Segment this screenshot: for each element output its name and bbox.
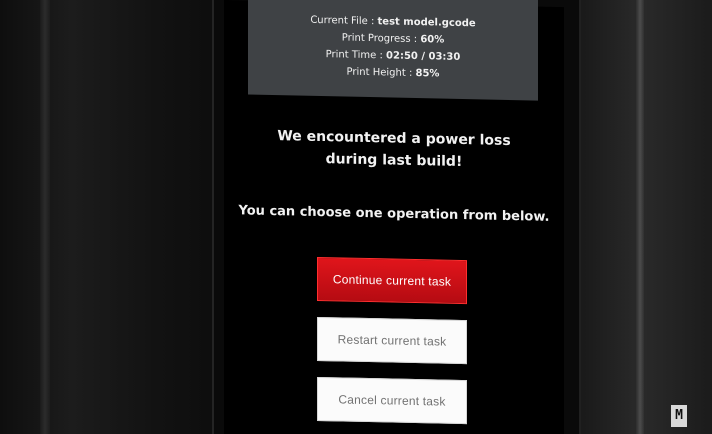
printer-device-scene: Current File : test model.gcode Print Pr… <box>0 0 712 434</box>
print-height-label: Print Height : <box>346 66 413 79</box>
restart-current-task-button[interactable]: Restart current task <box>317 316 467 365</box>
print-time-value: 02:50 / 03:30 <box>386 50 461 63</box>
power-loss-message: We encountered a power loss during last … <box>224 124 564 175</box>
print-progress-value: 60% <box>420 34 445 46</box>
print-height-value: 85% <box>415 68 440 80</box>
current-file-label: Current File : <box>310 14 375 28</box>
left-frame-highlight <box>40 0 50 434</box>
printer-touchscreen: Current File : test model.gcode Print Pr… <box>224 0 564 434</box>
cancel-current-task-button[interactable]: Cancel current task <box>317 376 467 425</box>
print-time-label: Print Time : <box>325 49 383 62</box>
operation-instruction: You can choose one operation from below. <box>238 203 550 225</box>
print-status-panel: Current File : test model.gcode Print Pr… <box>248 0 538 101</box>
current-file-value: test model.gcode <box>377 16 476 30</box>
brand-logo-icon: M <box>671 405 687 427</box>
continue-current-task-button[interactable]: Continue current task <box>317 256 467 305</box>
right-frame-highlight <box>636 0 644 434</box>
print-progress-label: Print Progress : <box>341 32 418 46</box>
